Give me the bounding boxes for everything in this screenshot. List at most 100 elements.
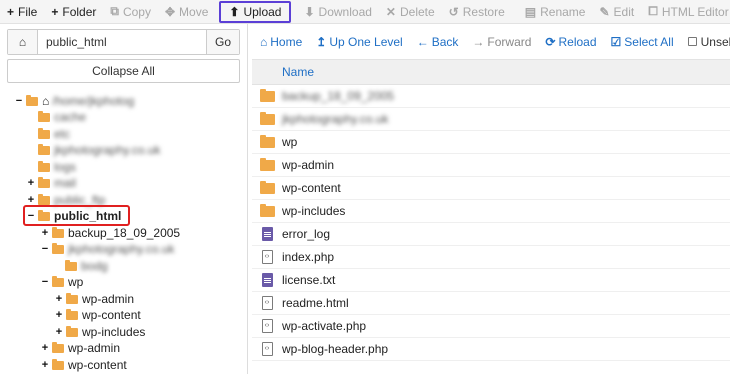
table-row[interactable]: jkphotography.co.uk (252, 108, 730, 131)
table-row[interactable]: wp-content (252, 177, 730, 200)
folder-icon (259, 203, 275, 217)
file-name: wp-includes (282, 204, 346, 218)
tree-node[interactable]: cache (38, 109, 86, 125)
tree-node[interactable]: + backup_18_09_2005 (41, 225, 180, 241)
tree-node[interactable]: + wp-admin (41, 340, 120, 356)
tree-node[interactable]: jkphotography.co.uk (38, 142, 161, 158)
file-name: backup_18_09_2005 (282, 89, 395, 103)
tree-node[interactable]: etc (38, 126, 70, 142)
new-file-button[interactable]: + File (0, 0, 44, 24)
path-input[interactable]: public_html (38, 30, 206, 54)
toolbar: + File + Folder ⧉ Copy ✥ Move ⬆ Upload ⬇ Downl… (0, 0, 730, 24)
level-up-icon: ↥ (316, 34, 327, 49)
plus-icon: + (7, 4, 15, 19)
back-button[interactable]: ← Back (417, 35, 459, 49)
tree-node[interactable]: + wp-content (41, 357, 127, 373)
code-file-icon (261, 296, 273, 310)
restore-icon: ↺ (448, 4, 459, 19)
code-file-icon (261, 319, 273, 333)
unselect-all-button[interactable]: Unselect All (687, 35, 730, 49)
file-name: license.txt (282, 273, 336, 287)
table-row[interactable]: index.php (252, 246, 730, 269)
tree-node[interactable]: + wp-admin (55, 291, 134, 307)
collapse-all-button[interactable]: Collapse All (7, 59, 240, 83)
download-button[interactable]: ⬇ Download (297, 0, 378, 24)
folder-icon (38, 127, 50, 139)
expand-toggle[interactable]: + (55, 326, 63, 338)
new-folder-button[interactable]: + Folder (44, 0, 103, 24)
tree-node[interactable]: + mail (27, 175, 76, 191)
folder-icon (259, 111, 275, 125)
collapse-toggle[interactable]: − (41, 276, 49, 288)
folder-icon (259, 134, 275, 148)
tree-node-label: wp (68, 275, 84, 289)
upload-button[interactable]: ⬆ Upload (219, 0, 292, 23)
tree-node[interactable]: − ⌂ /home/jkphotog (15, 93, 135, 109)
edit-button[interactable]: ✎ Edit (592, 0, 641, 24)
tree-node-label: wp-content (68, 358, 127, 372)
folder-icon (52, 275, 64, 287)
file-name: index.php (282, 250, 335, 264)
folder-icon (66, 308, 78, 320)
tree-node[interactable]: + wp-includes (55, 324, 146, 340)
folder-icon (38, 143, 50, 155)
expand-toggle[interactable]: + (41, 359, 49, 371)
table-row[interactable]: wp-admin (252, 154, 730, 177)
table-row[interactable]: wp-blog-header.php (252, 338, 730, 361)
close-icon: ✕ (385, 4, 396, 19)
name-column-header[interactable]: Name (252, 60, 730, 85)
rename-button[interactable]: ▤ Rename (518, 0, 593, 24)
file-name: readme.html (282, 296, 349, 310)
expand-toggle[interactable]: + (55, 293, 63, 305)
text-file-icon (261, 227, 273, 241)
go-button[interactable]: Go (206, 30, 239, 54)
upload-icon: ⬆ (229, 4, 240, 19)
table-row[interactable]: backup_18_09_2005 (252, 85, 730, 108)
expand-toggle[interactable]: + (55, 309, 63, 321)
expand-toggle[interactable]: + (41, 227, 49, 239)
tree-node-label: wp-content (82, 308, 141, 322)
file-name: wp-activate.php (282, 319, 367, 333)
table-row[interactable]: wp-includes (252, 200, 730, 223)
move-button[interactable]: ✥ Move (158, 0, 215, 24)
tree-node[interactable]: + wp-content (55, 307, 141, 323)
tree-node-label: jkphotography.co.uk (68, 242, 175, 256)
tree-node[interactable]: bodg (65, 258, 108, 274)
select-all-button[interactable]: ☑ Select All (611, 35, 674, 49)
table-row[interactable]: error_log (252, 223, 730, 246)
file-name: wp-admin (282, 158, 335, 172)
collapse-toggle[interactable]: − (15, 95, 23, 107)
download-icon: ⬇ (304, 4, 315, 19)
tree-node[interactable]: logs (38, 159, 76, 175)
home-button[interactable]: ⌂ (8, 30, 38, 54)
pencil-icon: ✎ (599, 4, 610, 19)
up-one-level-button[interactable]: ↥ Up One Level (316, 35, 402, 49)
file-name: jkphotography.co.uk (282, 112, 389, 126)
checkbox-empty-icon (687, 37, 697, 46)
folder-icon (52, 341, 64, 353)
folder-icon (26, 94, 38, 106)
plus-icon: + (51, 4, 59, 19)
tree-node-label: logs (54, 160, 77, 174)
file-list-pane: ⌂ Home ↥ Up One Level ← Back → Forward ⟳ Relo… (252, 24, 730, 374)
collapse-toggle[interactable]: − (41, 243, 49, 255)
expand-toggle[interactable]: + (41, 342, 49, 354)
copy-button[interactable]: ⧉ Copy (103, 0, 158, 24)
tree-node-label: cache (54, 110, 87, 124)
restore-button[interactable]: ↺ Restore (442, 0, 512, 24)
delete-button[interactable]: ✕ Delete (379, 0, 442, 24)
tree-node-label: etc (54, 127, 71, 141)
reload-button[interactable]: ⟳ Reload (545, 35, 596, 49)
table-row[interactable]: readme.html (252, 292, 730, 315)
code-file-icon (261, 250, 273, 264)
tree-node[interactable]: − wp (41, 274, 84, 290)
home-nav-button[interactable]: ⌂ Home (260, 35, 302, 49)
html-editor-button[interactable]: ⧠ HTML Editor (641, 0, 730, 24)
table-row[interactable]: license.txt (252, 269, 730, 292)
forward-button[interactable]: → Forward (472, 35, 531, 49)
table-row[interactable]: wp (252, 131, 730, 154)
expand-toggle[interactable]: + (27, 177, 35, 189)
path-bar: ⌂ public_html Go (7, 29, 240, 55)
tree-node[interactable]: − jkphotography.co.uk (41, 241, 175, 257)
table-row[interactable]: wp-activate.php (252, 315, 730, 338)
